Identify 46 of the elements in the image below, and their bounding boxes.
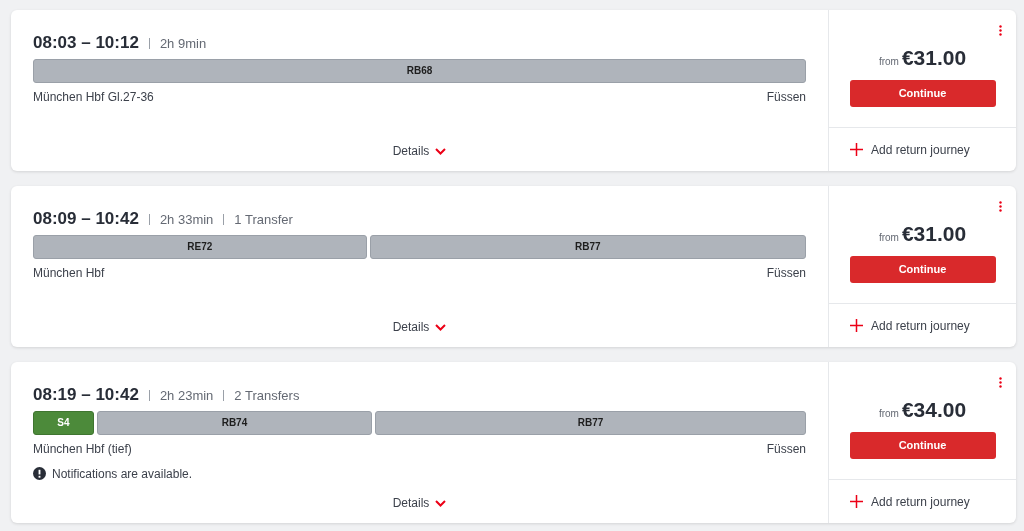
continue-button[interactable]: Continue — [849, 255, 996, 283]
plus-icon — [850, 143, 863, 156]
journey-duration: 2h 23min — [159, 387, 214, 405]
continue-button[interactable]: Continue — [849, 431, 996, 459]
price-prefix: from — [878, 407, 899, 421]
plus-icon — [850, 495, 863, 508]
notification-text: Notifications are available. — [52, 465, 193, 483]
add-return-journey-button[interactable]: Add return journey — [829, 480, 1016, 523]
alert-icon — [33, 467, 46, 480]
departure-station: München Hbf (tief) — [33, 440, 132, 458]
departure-station: München Hbf Gl.27-36 — [33, 88, 154, 106]
departure-station: München Hbf — [33, 264, 105, 282]
train-segment: RB77 — [375, 410, 806, 435]
price: €31.00 — [901, 45, 967, 71]
more-options-icon[interactable] — [999, 377, 1002, 388]
journey-times: 08:03 – 10:12 — [33, 32, 139, 54]
train-segment: RE72 — [33, 234, 367, 259]
add-return-journey-button[interactable]: Add return journey — [829, 304, 1016, 347]
journey-duration: 2h 9min — [159, 35, 207, 53]
price: €34.00 — [901, 397, 967, 423]
price: €31.00 — [901, 221, 967, 247]
chevron-down-icon — [435, 323, 447, 331]
plus-icon — [850, 319, 863, 332]
continue-button[interactable]: Continue — [849, 79, 996, 107]
chevron-down-icon — [435, 147, 447, 155]
train-segment: S4 — [33, 410, 94, 435]
price-prefix: from — [878, 55, 899, 69]
arrival-station: Füssen — [766, 264, 806, 282]
more-options-icon[interactable] — [999, 201, 1002, 212]
more-options-icon[interactable] — [999, 25, 1002, 36]
transfer-count: 2 Transfers — [234, 387, 300, 405]
train-segment: RB74 — [96, 410, 373, 435]
journey-times: 08:09 – 10:42 — [33, 208, 139, 230]
journey-duration: 2h 33min — [159, 211, 214, 229]
details-toggle[interactable]: Details — [392, 142, 447, 160]
details-toggle[interactable]: Details — [392, 494, 447, 512]
chevron-down-icon — [435, 499, 447, 507]
train-segment: RB68 — [33, 58, 806, 83]
journey-times: 08:19 – 10:42 — [33, 384, 139, 406]
details-toggle[interactable]: Details — [392, 318, 447, 336]
transfer-count: 1 Transfer — [234, 211, 293, 229]
arrival-station: Füssen — [766, 88, 806, 106]
train-segment: RB77 — [369, 234, 806, 259]
arrival-station: Füssen — [766, 440, 806, 458]
add-return-journey-button[interactable]: Add return journey — [829, 128, 1016, 171]
price-prefix: from — [878, 231, 899, 245]
